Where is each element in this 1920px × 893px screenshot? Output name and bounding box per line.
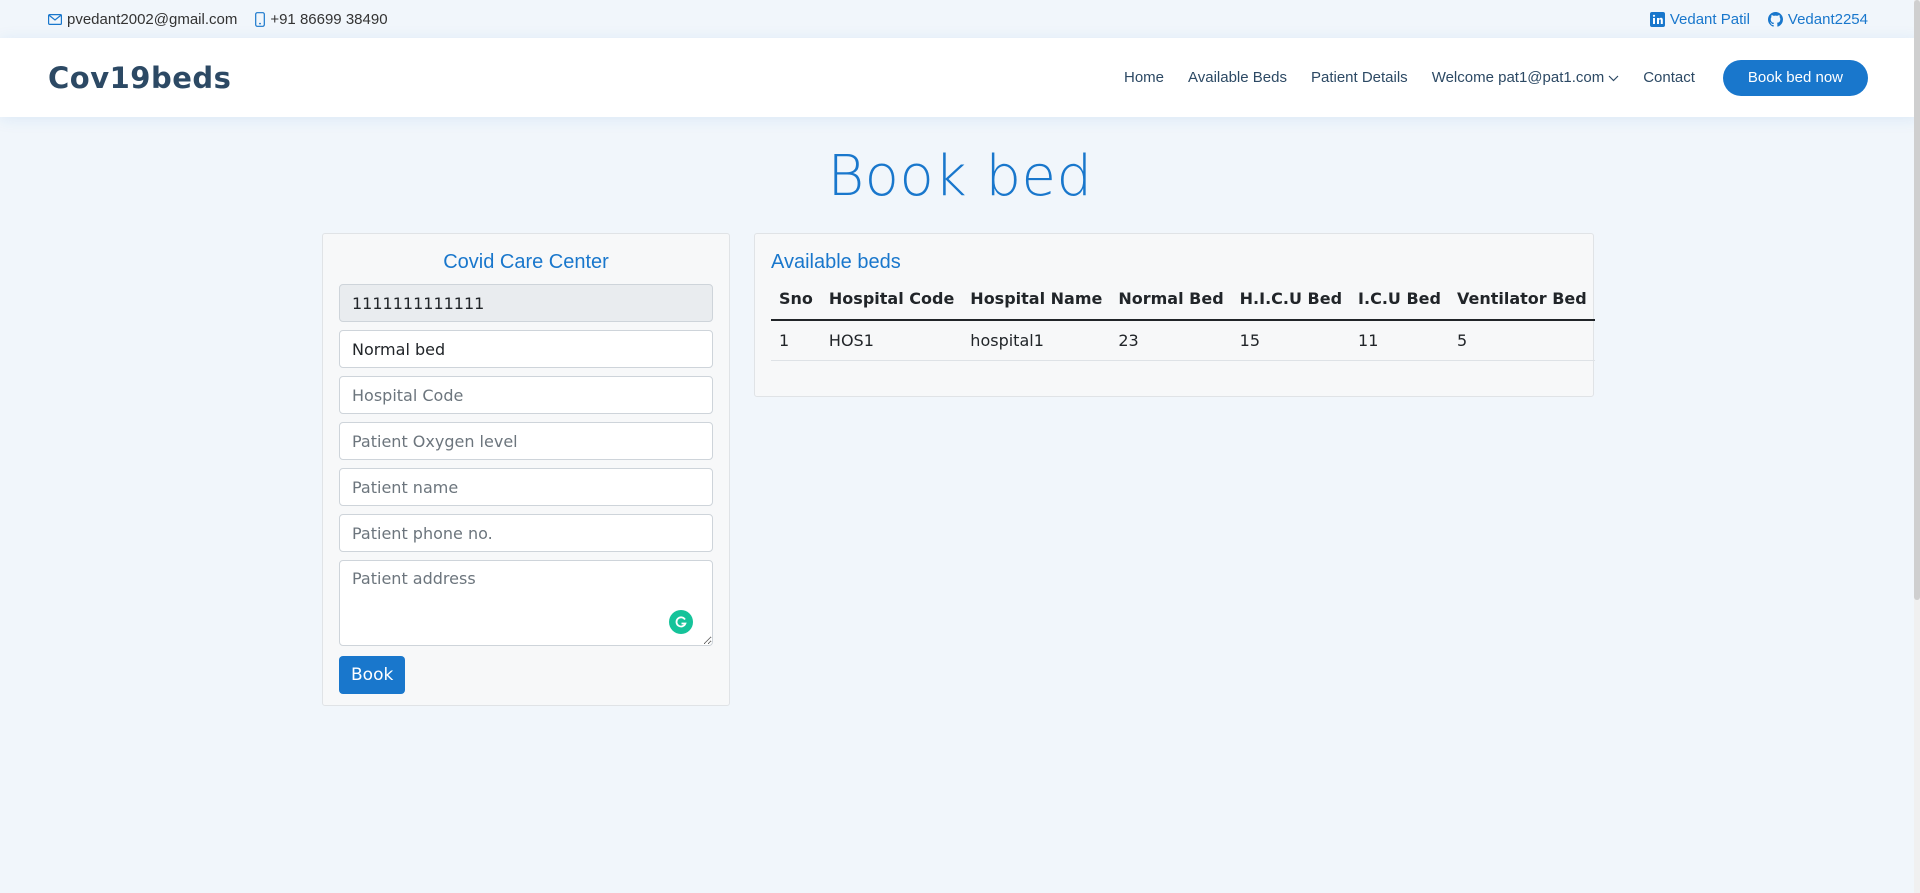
col-hospital-code: Hospital Code	[820, 288, 963, 321]
form-title: Covid Care Center	[443, 251, 609, 273]
nav-contact[interactable]: Contact	[1643, 69, 1695, 86]
hospital-code-input[interactable]	[339, 376, 713, 414]
linkedin-link[interactable]: Vedant Patil	[1649, 10, 1750, 28]
site-logo[interactable]: Cov19beds	[48, 61, 231, 95]
cell-normal-bed: 23	[1110, 320, 1232, 361]
address-wrapper	[339, 560, 713, 646]
social-links: Vedant Patil Vedant2254	[1649, 10, 1868, 28]
envelope-icon	[48, 13, 62, 25]
phone-icon	[255, 11, 266, 27]
linkedin-icon	[1649, 11, 1665, 27]
book-bed-now-button[interactable]: Book bed now	[1722, 59, 1868, 96]
page-title: Book bed	[827, 144, 1093, 209]
nav-available-beds[interactable]: Available Beds	[1188, 69, 1287, 86]
email-text: pvedant2002@gmail.com	[67, 10, 238, 28]
phone-info[interactable]: +91 86699 38490	[255, 10, 388, 28]
topbar: pvedant2002@gmail.com +91 86699 38490 Ve…	[0, 0, 1920, 38]
col-hospital-name: Hospital Name	[962, 288, 1111, 321]
cell-ventilator-bed: 5	[1448, 320, 1595, 361]
github-icon	[1767, 11, 1783, 27]
col-hicu-bed: H.I.C.U Bed	[1231, 288, 1351, 321]
main-nav: Home Available Beds Patient Details Welc…	[1124, 59, 1868, 96]
user-dropdown-label: Welcome pat1@pat1.com	[1431, 69, 1605, 86]
linkedin-text: Vedant Patil	[1669, 10, 1750, 28]
grammarly-icon[interactable]	[669, 610, 693, 634]
contact-info: pvedant2002@gmail.com +91 86699 38490	[48, 11, 388, 28]
book-button[interactable]: Book	[339, 656, 406, 694]
scrollbar-thumb[interactable]	[1914, 0, 1920, 600]
chevron-down-icon	[1608, 69, 1619, 86]
bed-type-select[interactable]: Normal bed	[339, 330, 713, 368]
phone-text: +91 86699 38490	[270, 10, 388, 28]
col-normal-bed: Normal Bed	[1110, 288, 1232, 321]
patient-phone-input[interactable]	[339, 514, 713, 552]
oxygen-level-input[interactable]	[339, 422, 713, 460]
col-icu-bed: I.C.U Bed	[1350, 288, 1449, 321]
cell-sno: 1	[771, 320, 821, 361]
available-beds-card: Available beds Sno Hospital Code Hospita…	[754, 233, 1595, 397]
patient-address-textarea[interactable]	[339, 560, 713, 646]
cell-icu-bed: 11	[1350, 320, 1449, 361]
site-header: Cov19beds Home Available Beds Patient De…	[0, 38, 1920, 117]
beds-title: Available beds	[771, 251, 901, 273]
col-sno: Sno	[771, 288, 821, 321]
col-ventilator-bed: Ventilator Bed	[1448, 288, 1595, 321]
table-row: 1 HOS1 hospital1 23 15 11 5	[771, 320, 1595, 361]
cell-hospital-name: hospital1	[962, 320, 1111, 361]
nav-user-dropdown[interactable]: Welcome pat1@pat1.com	[1432, 69, 1620, 86]
cell-hicu-bed: 15	[1231, 320, 1351, 361]
table-header-row: Sno Hospital Code Hospital Name Normal B…	[771, 288, 1595, 321]
github-link[interactable]: Vedant2254	[1767, 10, 1868, 28]
patient-name-input[interactable]	[339, 468, 713, 506]
github-text: Vedant2254	[1787, 10, 1868, 28]
beds-table: Sno Hospital Code Hospital Name Normal B…	[771, 288, 1595, 361]
nav-patient-details[interactable]: Patient Details	[1311, 69, 1408, 86]
nav-home[interactable]: Home	[1124, 69, 1164, 86]
booking-form-card: Covid Care Center Normal bed Book	[322, 233, 730, 706]
srf-id-field	[339, 284, 713, 322]
page-scrollbar[interactable]	[1914, 0, 1920, 893]
email-info[interactable]: pvedant2002@gmail.com	[48, 11, 237, 28]
cell-hospital-code: HOS1	[820, 320, 963, 361]
